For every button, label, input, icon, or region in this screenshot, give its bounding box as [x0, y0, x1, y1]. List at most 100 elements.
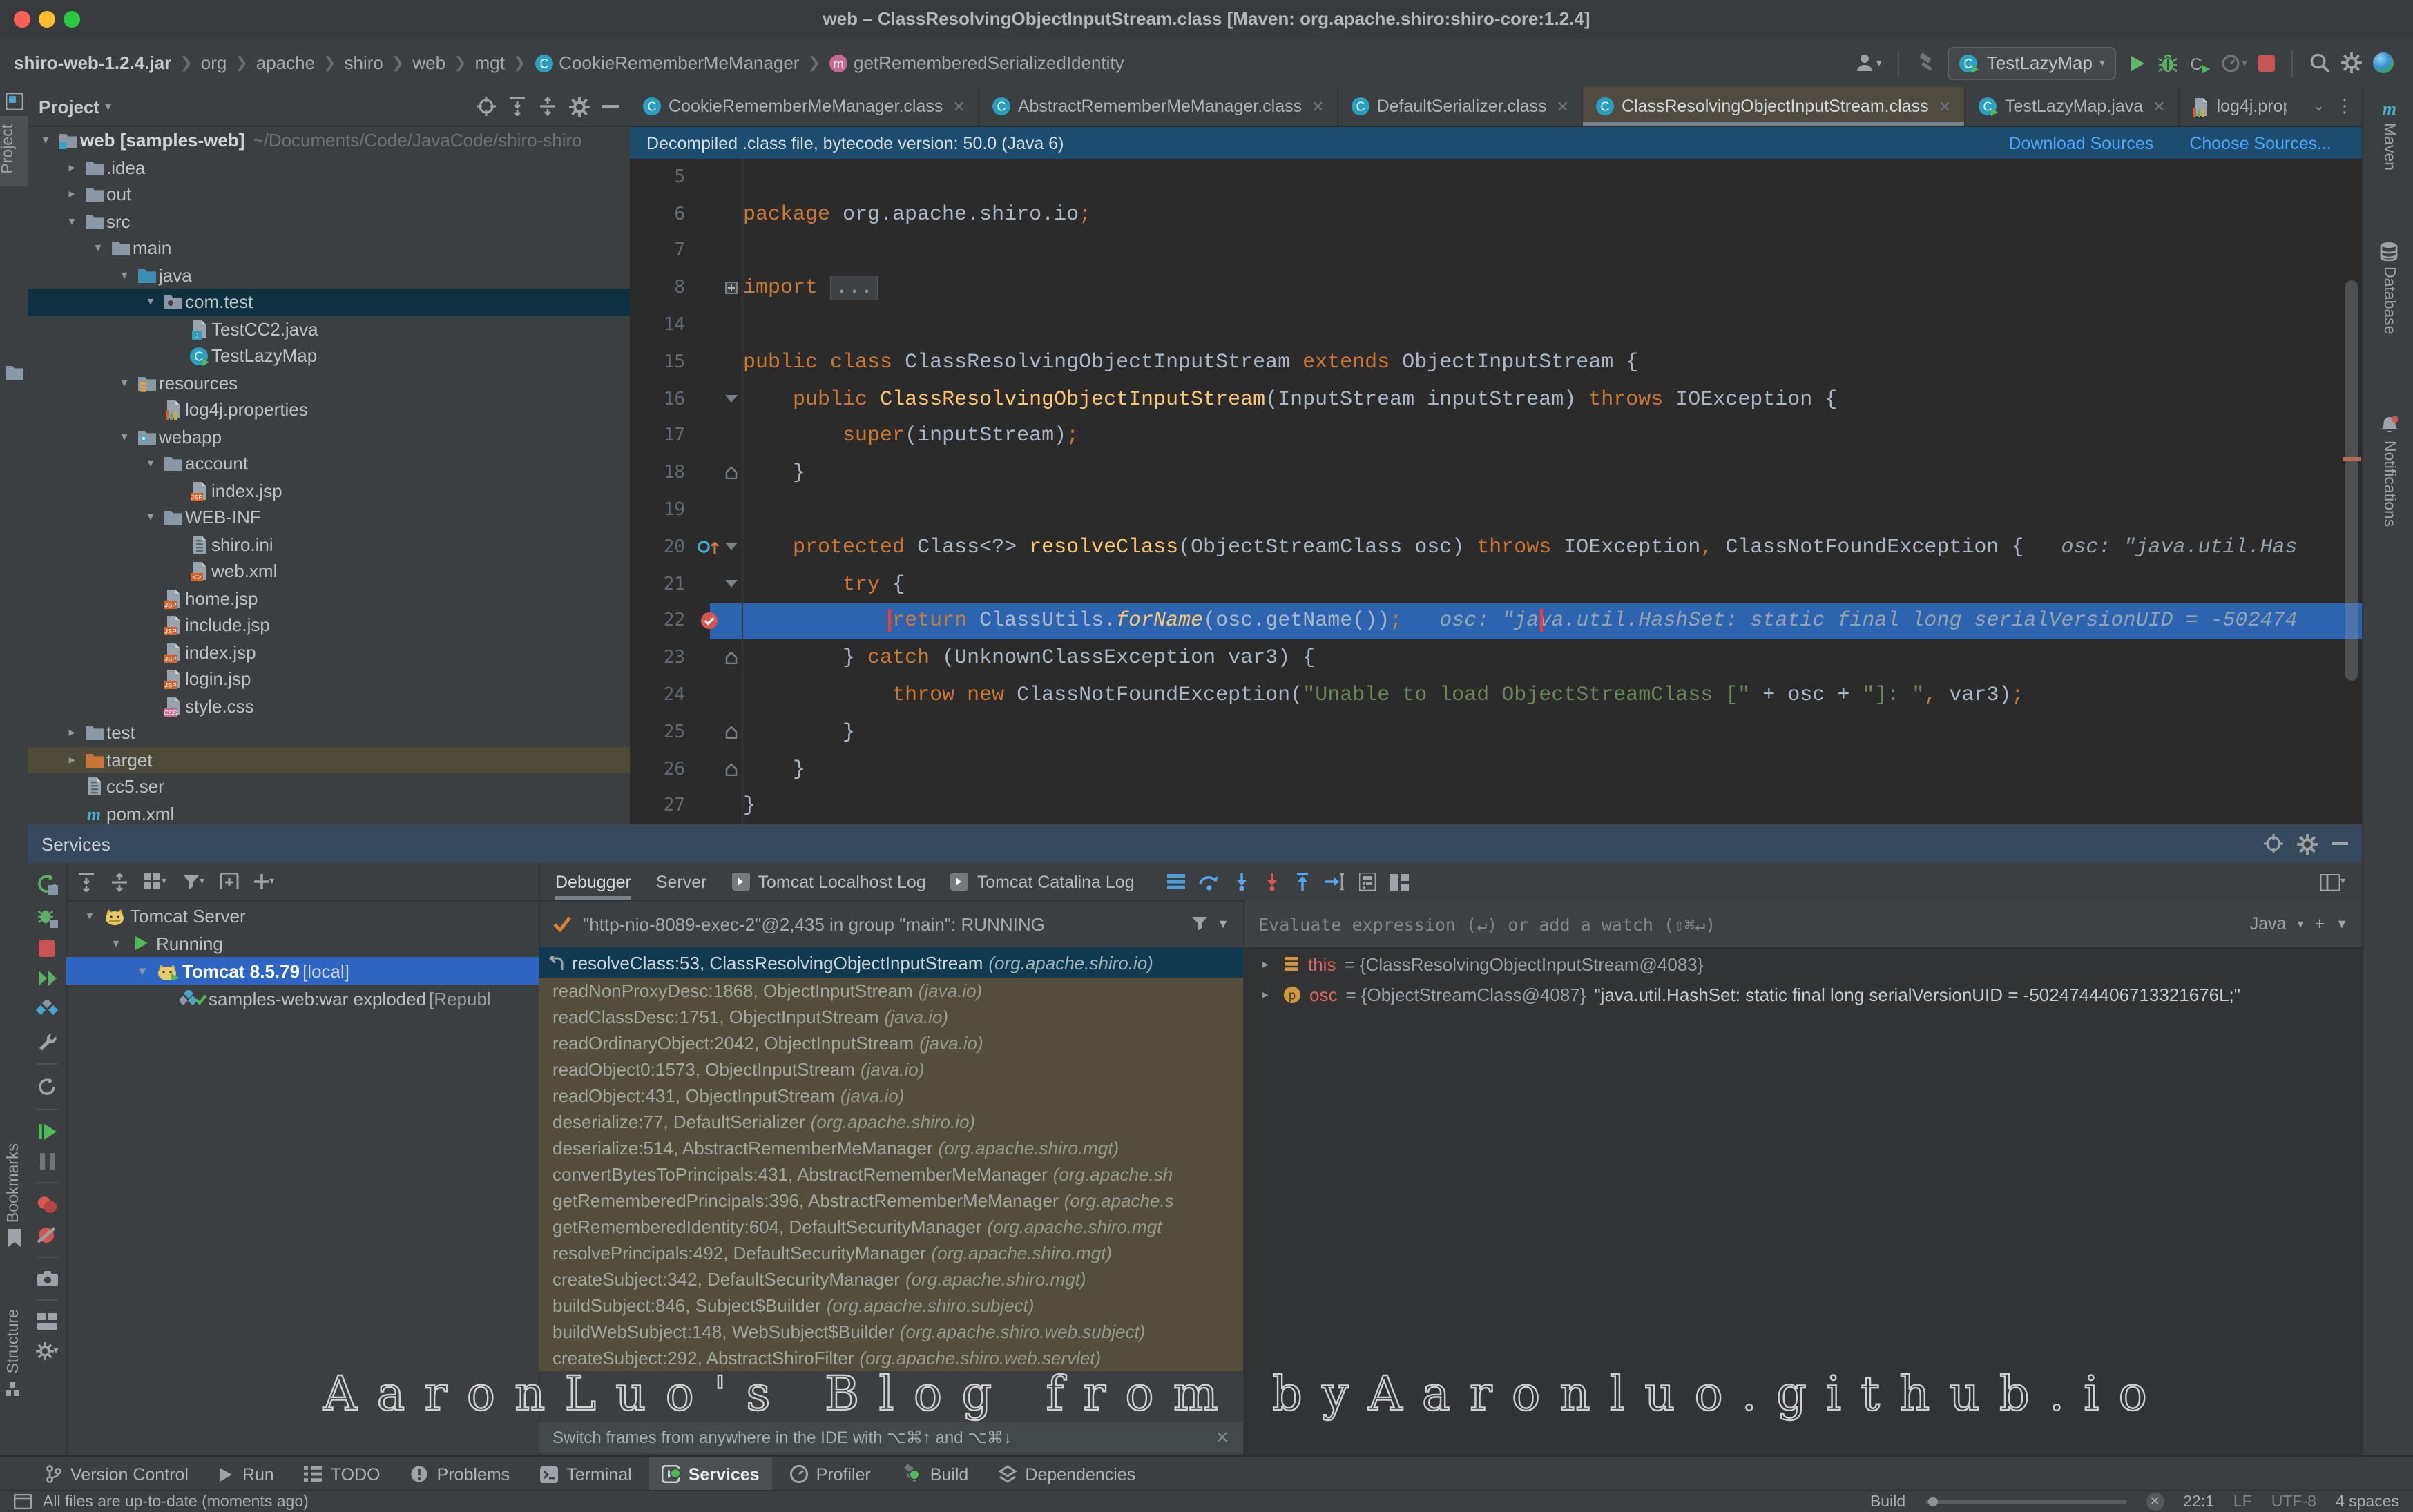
funnel-dd-button[interactable]: ▾ [182, 873, 204, 890]
breadcrumb-item[interactable]: shiro [345, 52, 383, 73]
debugger-tab-Debugger[interactable]: Debugger [555, 863, 631, 900]
stack-frame[interactable]: getRememberedIdentity:604, DefaultSecuri… [539, 1214, 1243, 1240]
force-step-into-button[interactable] [1265, 873, 1281, 891]
breadcrumb-item[interactable]: mgetRememberedSerializedIdentity [829, 52, 1124, 73]
editor-tab-log4j.properties[interactable]: log4j.properties✕ [2180, 87, 2287, 126]
tree-item-out[interactable]: ▸out [28, 181, 630, 208]
tool-button-bookmarks[interactable]: Bookmarks [0, 1143, 28, 1246]
debug-stop-button[interactable] [39, 940, 55, 957]
stack-frame[interactable]: deserialize:77, DefaultSerializer(org.ap… [539, 1109, 1243, 1135]
window-layout-icon[interactable] [14, 1494, 32, 1509]
chevron-down-icon[interactable]: ▾ [106, 936, 126, 951]
tree-item-home.jsp[interactable]: JSPhome.jsp [28, 585, 630, 612]
step-over-button[interactable] [1200, 873, 1220, 891]
close-icon[interactable]: ✕ [1215, 1428, 1229, 1447]
breadcrumb-item[interactable]: mgt [475, 52, 505, 73]
tree-item-resources[interactable]: ▾resources [28, 369, 630, 396]
tool-button-structure[interactable]: Structure [0, 1309, 28, 1395]
locate-icon[interactable] [477, 97, 496, 116]
stack-frame[interactable]: deserialize:514, AbstractRememberMeManag… [539, 1135, 1243, 1161]
debug-rerun-button[interactable] [37, 874, 57, 895]
tree-item-login.jsp[interactable]: JSPlogin.jsp [28, 666, 630, 692]
hidden-tabs-chevron-icon[interactable]: ⌄ [2313, 99, 2325, 114]
tree-item-TestCC2.java[interactable]: JTestCC2.java [28, 316, 630, 342]
tree-item-web[interactable]: ▾web [samples-web]~/Documents/Code/JavaC… [28, 127, 630, 154]
minus-icon[interactable] [602, 104, 619, 109]
breadcrumb-item[interactable]: CCookieRememberMeManager [534, 52, 799, 73]
chevron-right-icon[interactable]: ▸ [1256, 987, 1275, 1002]
debug-bkpts-button[interactable] [37, 1196, 57, 1214]
tool-window-button-Problems[interactable]: Problems [398, 1457, 523, 1491]
chevron-down-icon[interactable]: ▾ [141, 295, 160, 310]
tool-button-folder[interactable] [0, 363, 28, 381]
stack-frame[interactable]: readOrdinaryObject:2042, ObjectInputStre… [539, 1030, 1243, 1056]
fold-marker[interactable] [721, 381, 743, 418]
stack-frame[interactable]: resolveClass:53, ClassResolvingObjectInp… [539, 947, 1243, 978]
stack-frame[interactable]: resolvePrincipals:492, DefaultSecurityMa… [539, 1240, 1243, 1266]
tool-window-button-Build[interactable]: Build [889, 1457, 981, 1491]
close-tab-icon[interactable]: ✕ [1557, 97, 1569, 115]
evaluate-expression-input[interactable]: Evaluate expression (↵) or add a watch (… [1244, 900, 2362, 949]
close-tab-icon[interactable]: ✕ [952, 97, 965, 115]
plus-dd-button[interactable]: ▾ [254, 874, 274, 889]
hammer-button[interactable] [1916, 52, 1937, 73]
tree-item-pom.xml[interactable]: mpom.xml [28, 800, 630, 824]
chevron-right-icon[interactable]: ▸ [1256, 956, 1275, 971]
chevron-down-icon[interactable]: ▾ [115, 429, 134, 445]
file-encoding[interactable]: UTF-8 [2271, 1493, 2316, 1510]
collapse-all-icon[interactable] [539, 97, 557, 116]
project-panel-title[interactable]: Project [39, 96, 99, 117]
tab-options-kebab-icon[interactable]: ⋮ [2336, 95, 2354, 117]
breadcrumb-item[interactable]: org [201, 52, 227, 73]
code-editor[interactable]: 56package org.apache.shiro.io;78import .… [630, 159, 2362, 824]
stack-frame[interactable]: readObject:431, ObjectInputStream(java.i… [539, 1083, 1243, 1109]
variable-row-this[interactable]: ▸this = {ClassResolvingObjectInputStream… [1244, 949, 2362, 979]
fold-marker[interactable] [721, 529, 743, 566]
tree-item-target[interactable]: ▸target [28, 746, 630, 773]
debug-layout-boxes-button[interactable] [37, 1313, 57, 1330]
stack-frame[interactable]: buildWebSubject:148, WebSubject$Builder(… [539, 1319, 1243, 1345]
grid-button[interactable]: ▾ [144, 873, 166, 891]
profiler-button[interactable]: ▾ [2221, 53, 2247, 72]
tree-item-shiro.ini[interactable]: shiro.ini [28, 531, 630, 558]
debug-camera-button[interactable] [37, 1270, 57, 1287]
service-item-Running[interactable]: ▾Running [66, 929, 539, 957]
run-to-cursor-button[interactable] [1325, 873, 1346, 891]
layout-cols-button[interactable] [1390, 873, 1410, 890]
coverage-button[interactable]: C [2189, 53, 2210, 72]
stack-frame[interactable]: readObject0:1573, ObjectInputStream(java… [539, 1056, 1243, 1083]
debug-wrench-button[interactable] [37, 1031, 57, 1051]
debug-play-bar-button[interactable] [38, 1123, 56, 1141]
gear-button[interactable] [2341, 52, 2362, 73]
chevron-down-icon[interactable]: ▾ [36, 133, 55, 148]
debug-pause-button[interactable] [39, 1153, 55, 1170]
fold-marker[interactable] [721, 714, 743, 751]
chevron-down-icon[interactable]: ▾ [141, 510, 160, 525]
minimize-window-button[interactable] [39, 11, 55, 28]
zoom-window-button[interactable] [64, 11, 80, 28]
tree-item-webapp[interactable]: ▾webapp [28, 423, 630, 450]
variable-row-osc[interactable]: ▸posc = {ObjectStreamClass@4087} "java.u… [1244, 979, 2362, 1009]
filter-funnel-icon[interactable] [1191, 915, 1209, 932]
caret-position[interactable]: 22:1 [2183, 1493, 2214, 1510]
threads-button[interactable] [1168, 874, 1186, 889]
step-out-button[interactable] [1295, 873, 1311, 891]
stack-frame[interactable]: readClassDesc:1751, ObjectInputStream(ja… [539, 1004, 1243, 1030]
chevron-down-icon[interactable]: ▾ [80, 908, 99, 923]
tree-item-account[interactable]: ▾account [28, 450, 630, 477]
minus-icon[interactable] [2332, 841, 2348, 846]
debugger-tab-Tomcat-Catalina-Log[interactable]: Tomcat Catalina Log [951, 863, 1135, 900]
fold-marker[interactable] [721, 640, 743, 677]
editor-tab-AbstractRememberMeManager.class[interactable]: CAbstractRememberMeManager.class✕ [979, 87, 1338, 126]
chevron-down-icon[interactable]: ▾ [133, 963, 152, 978]
editor-tab-CookieRememberMeManager.class[interactable]: CCookieRememberMeManager.class✕ [630, 87, 979, 126]
tree-item-com.test[interactable]: ▾com.test [28, 289, 630, 316]
step-into-button[interactable] [1234, 873, 1251, 891]
expand-all-button[interactable] [77, 872, 95, 891]
user-button[interactable]: ▾ [1856, 52, 1882, 73]
debugger-tab-Server[interactable]: Server [656, 863, 707, 900]
close-tab-icon[interactable]: ✕ [1939, 97, 1951, 115]
search-button[interactable] [2309, 52, 2330, 73]
tree-item-cc5.ser[interactable]: cc5.ser [28, 773, 630, 800]
tree-item-WEB-INF[interactable]: ▾WEB-INF [28, 504, 630, 531]
